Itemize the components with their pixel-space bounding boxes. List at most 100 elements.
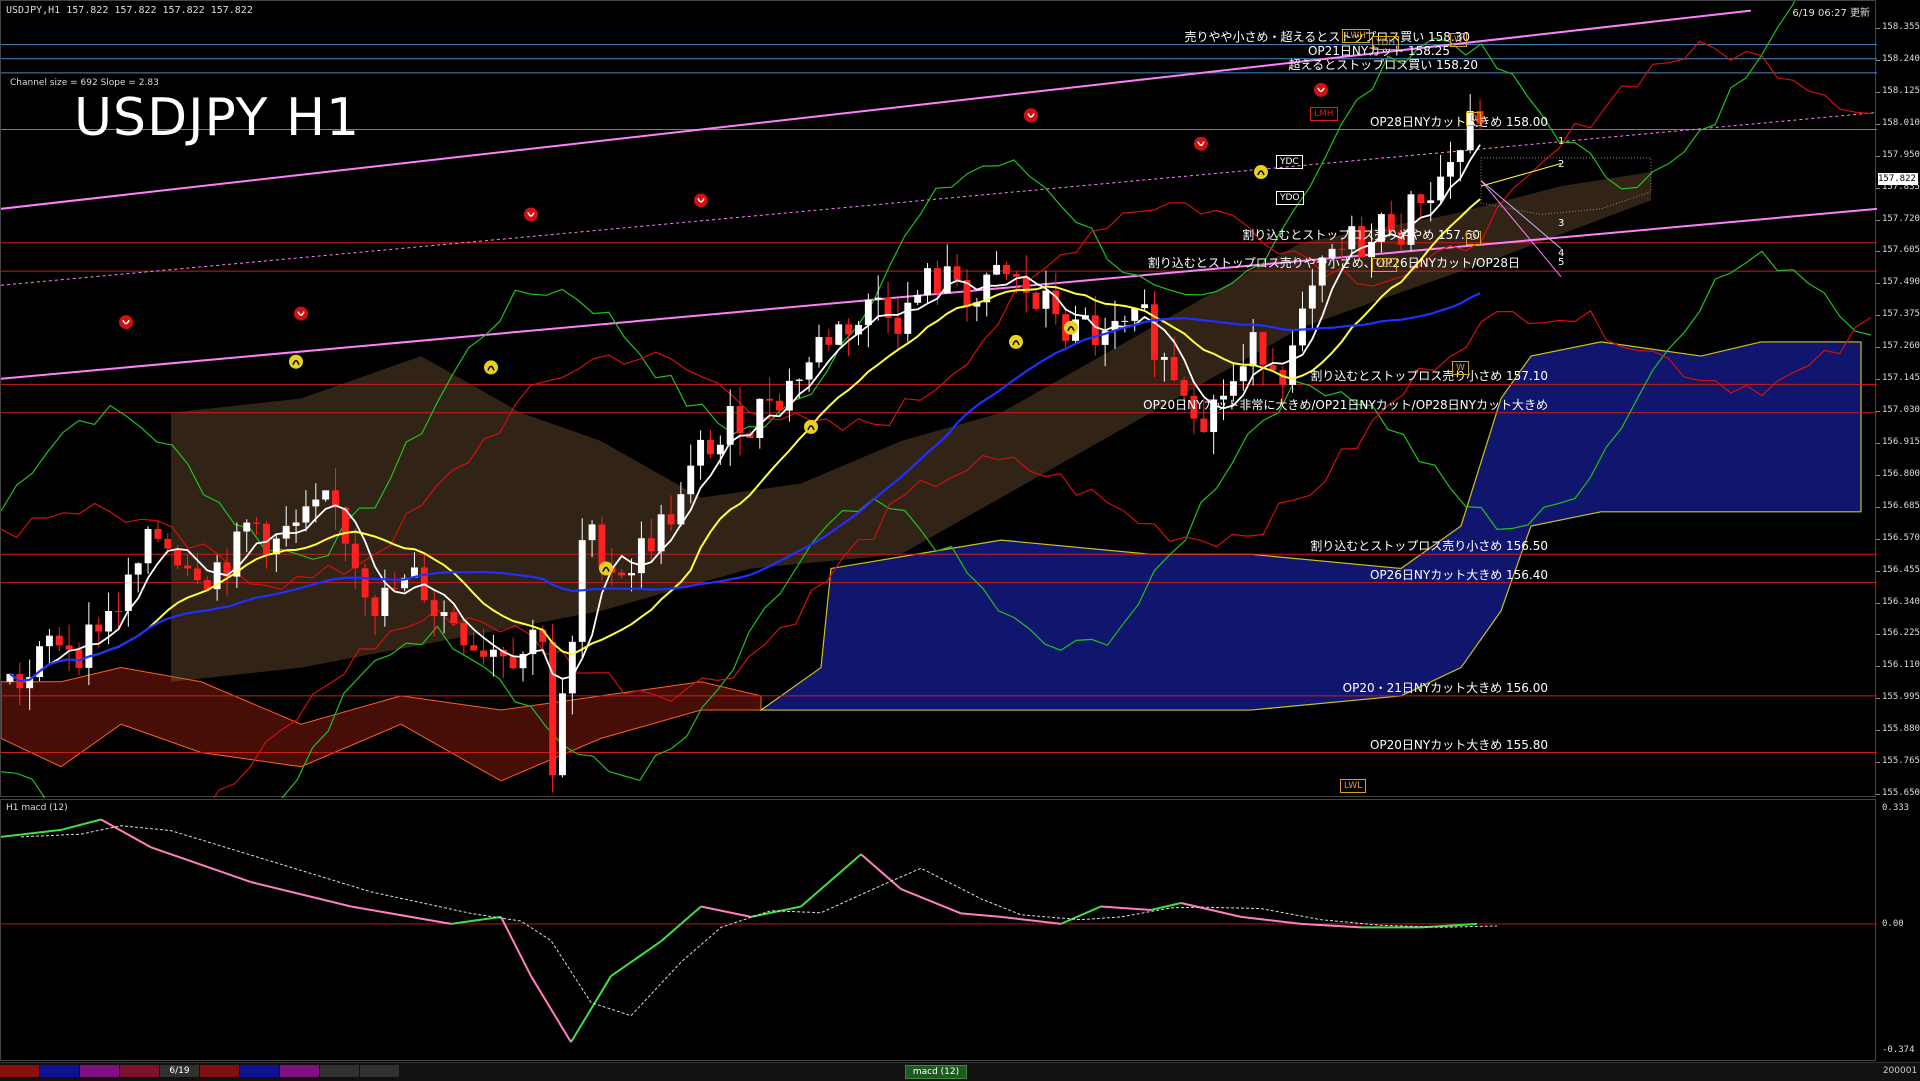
macd-segment xyxy=(610,940,662,977)
price-tick-mark xyxy=(1876,91,1880,93)
price-tick-mark xyxy=(1876,155,1880,157)
candle-body xyxy=(825,337,833,345)
price-tick-label: 156.110 xyxy=(1882,660,1920,671)
timeframe-tab[interactable] xyxy=(80,1065,119,1077)
sell-signal-icon xyxy=(119,315,133,330)
candle-body xyxy=(381,587,389,616)
candle-body xyxy=(1417,194,1425,204)
candle-body xyxy=(1229,381,1237,396)
level-label: OP20日NYカット非常に大きめ/OP21日NYカット/OP28日NYカット大き… xyxy=(1143,397,1548,412)
candle-body xyxy=(134,563,142,575)
candle-body xyxy=(637,538,645,574)
projection-number: 1 xyxy=(1558,136,1565,147)
timeframe-tab[interactable] xyxy=(40,1065,79,1077)
timeframe-tab[interactable] xyxy=(240,1065,279,1077)
candle-body xyxy=(805,362,813,380)
sell-signal-icon xyxy=(694,193,708,208)
candle-body xyxy=(1032,292,1040,309)
timeframe-tab[interactable]: 6/19 xyxy=(160,1065,199,1077)
price-tick-mark xyxy=(1876,666,1880,668)
price-tick-mark xyxy=(1876,698,1880,700)
timeframe-tab[interactable] xyxy=(280,1065,319,1077)
candle-body xyxy=(184,565,191,569)
candle-body xyxy=(993,264,1001,275)
candle-body xyxy=(647,538,655,552)
macd-pane[interactable] xyxy=(0,799,1877,1062)
candle-body xyxy=(1042,290,1050,309)
macd-segment xyxy=(1150,902,1182,911)
macd-tick-label: -0.374 xyxy=(1882,1045,1915,1055)
candle-body xyxy=(667,514,675,525)
price-tick-mark xyxy=(1876,634,1880,636)
candle-body xyxy=(1437,176,1445,201)
macd-segment xyxy=(530,975,572,1043)
candle-body xyxy=(1338,248,1346,250)
candle-body xyxy=(598,524,606,568)
price-tick-mark xyxy=(1876,187,1880,189)
price-tick-label: 157.260 xyxy=(1882,341,1920,352)
price-marker-box: D xyxy=(1466,231,1481,245)
buy-signal-icon xyxy=(484,360,498,375)
candle-body xyxy=(193,568,201,581)
candle-body xyxy=(559,693,566,776)
timeframe-tab[interactable] xyxy=(120,1065,159,1077)
buy-signal-icon xyxy=(804,419,818,434)
macd-segment xyxy=(860,853,902,890)
macd-segment xyxy=(1180,902,1242,918)
projection-number: 3 xyxy=(1558,218,1565,229)
price-tick-mark xyxy=(1876,28,1880,29)
indicator-tab[interactable]: macd (12) xyxy=(905,1065,967,1079)
candle-body xyxy=(736,406,744,434)
price-tick-mark xyxy=(1876,347,1880,349)
macd-segment xyxy=(500,916,532,977)
current-price-label: 157.822 xyxy=(1878,172,1918,185)
price-tick-label: 156.685 xyxy=(1882,500,1920,511)
price-tick-label: 155.880 xyxy=(1882,724,1920,735)
projection-number: 2 xyxy=(1558,159,1565,170)
price-marker-box: YDC xyxy=(1276,155,1303,169)
chart-title: USDJPY H1 xyxy=(74,88,361,148)
price-tick-mark xyxy=(1876,251,1880,253)
price-tick-label: 156.225 xyxy=(1882,628,1920,639)
macd-segment xyxy=(60,818,102,831)
candle-body xyxy=(144,528,152,564)
timeframe-tab[interactable] xyxy=(360,1065,399,1077)
price-tick-mark xyxy=(1876,219,1880,221)
candle-body xyxy=(253,522,261,524)
price-axis[interactable]: 158.355 158.240 158.125 158.010 157.950 157.8… xyxy=(1876,0,1920,798)
candle-body xyxy=(549,641,557,776)
macd-segment xyxy=(250,881,352,908)
price-tick-mark xyxy=(1876,794,1880,795)
level-label: 割り込むとストップロス売り小さめ 157.10 xyxy=(1310,369,1548,384)
price-tick-mark xyxy=(1876,442,1880,444)
macd-canvas[interactable] xyxy=(1,800,1877,1062)
timeframe-tab[interactable] xyxy=(320,1065,359,1077)
price-tick-label: 156.570 xyxy=(1882,532,1920,543)
price-marker-box: LWH xyxy=(1342,29,1370,43)
level-label: OP26日NYカット大きめ 156.40 xyxy=(1369,567,1548,582)
timeframe-tab[interactable] xyxy=(200,1065,239,1077)
macd-segment xyxy=(150,846,252,884)
macd-tick-label: 0.333 xyxy=(1882,803,1910,813)
macd-axis[interactable]: 0.333 0.00 -0.374 xyxy=(1876,799,1920,1061)
update-timestamp: 6/19 06:27 更新 xyxy=(1792,8,1870,19)
candle-body xyxy=(835,324,843,345)
candle-body xyxy=(243,522,251,532)
macd-segment xyxy=(700,905,752,918)
buy-signal-icon xyxy=(289,354,303,369)
price-tick-label: 155.995 xyxy=(1882,692,1920,703)
bottom-status-bar: 6/19 macd (12) 200001 xyxy=(0,1062,1920,1081)
candle-body xyxy=(440,612,448,616)
timeframe-tab[interactable] xyxy=(0,1065,39,1077)
candle-body xyxy=(95,624,103,632)
candle-body xyxy=(45,635,53,647)
candle-body xyxy=(845,324,853,335)
price-tick-label: 157.605 xyxy=(1882,245,1920,256)
buy-signal-icon xyxy=(599,561,613,576)
price-tick-label: 158.010 xyxy=(1882,117,1920,128)
price-tick-label: 157.720 xyxy=(1882,213,1920,224)
bottom-right-value: 200001 xyxy=(1882,1066,1918,1076)
candle-body xyxy=(933,268,941,294)
candle-body xyxy=(874,297,882,300)
candle-body xyxy=(568,641,576,694)
